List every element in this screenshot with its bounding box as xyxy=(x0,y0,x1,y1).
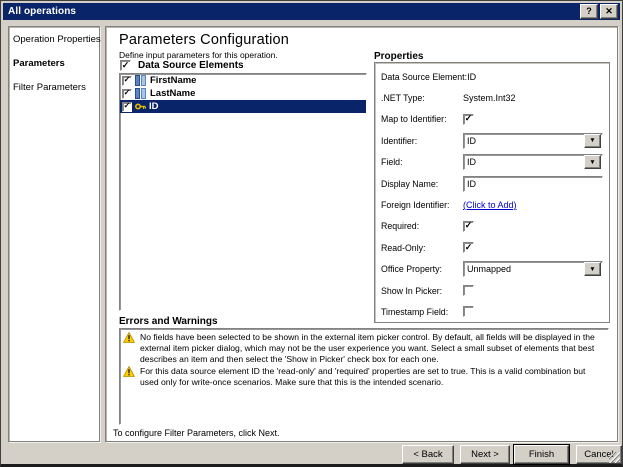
sidebar-item-label: Filter Parameters xyxy=(13,82,86,93)
map-to-identifier-checkbox[interactable]: ✓ xyxy=(463,113,474,125)
tree-item-checkbox[interactable]: ✓ xyxy=(122,75,132,86)
show-in-picker-checkbox[interactable]: ✓ xyxy=(463,285,474,297)
office-property-dropdown[interactable]: Unmapped ▼ xyxy=(463,261,603,278)
resize-grip[interactable] xyxy=(609,452,620,463)
tree-item-checkbox[interactable]: ✓ xyxy=(122,101,132,112)
help-icon: ? xyxy=(586,6,592,16)
warning-icon xyxy=(123,366,136,388)
chevron-down-icon[interactable]: ▼ xyxy=(584,133,601,148)
sidebar-item-label: Operation Properties xyxy=(13,34,101,45)
check-icon: ✓ xyxy=(123,88,131,97)
identifier-label: Identifier: xyxy=(381,135,418,146)
data-source-element-value: ID xyxy=(467,71,477,82)
identifier-dropdown[interactable]: ID ▼ xyxy=(463,132,603,149)
field-dropdown-value: ID xyxy=(467,157,476,168)
read-only-checkbox[interactable]: ✓ xyxy=(463,241,474,254)
errors-and-warnings-list: No fields have been selected to be shown… xyxy=(119,328,609,425)
chevron-down-icon[interactable]: ▼ xyxy=(584,155,601,170)
property-row-net-type: .NET Type: System.Int32 xyxy=(381,87,603,108)
timestamp-field-checkbox[interactable]: ✓ xyxy=(463,306,474,318)
property-row-field: Field: ID ▼ xyxy=(381,152,603,173)
back-button[interactable]: < Back xyxy=(402,445,454,464)
property-row-office-property: Office Property: Unmapped ▼ xyxy=(381,259,603,280)
property-row-timestamp-field: Timestamp Field: ✓ xyxy=(381,301,603,322)
check-icon: ✓ xyxy=(123,75,131,84)
required-label: Required: xyxy=(381,221,420,232)
foreign-identifier-label: Foreign Identifier: xyxy=(381,200,450,211)
title-bar[interactable]: All operations ? ✕ xyxy=(3,3,620,20)
property-row-read-only: Read-Only: ✓ xyxy=(381,237,603,258)
net-type-label: .NET Type: xyxy=(381,93,425,104)
warning-item: No fields have been selected to be shown… xyxy=(123,332,604,365)
show-in-picker-label: Show In Picker: xyxy=(381,285,443,296)
dialog-window: All operations ? ✕ Operation Properties … xyxy=(0,0,623,467)
data-source-elements-checkbox[interactable]: ✓ xyxy=(120,60,131,71)
timestamp-field-label: Timestamp Field: xyxy=(381,306,449,317)
property-row-display-name: Display Name: xyxy=(381,173,603,194)
column-icon xyxy=(135,75,147,86)
property-row-foreign-identifier: Foreign Identifier: (Click to Add) xyxy=(381,194,603,215)
property-row-required: Required: ✓ xyxy=(381,216,603,237)
close-button[interactable]: ✕ xyxy=(600,4,618,19)
window-title: All operations xyxy=(8,6,77,17)
tree-row-lastname[interactable]: ✓ LastName xyxy=(120,87,366,100)
tree-row-firstname[interactable]: ✓ FirstName xyxy=(120,74,366,87)
office-property-label: Office Property: xyxy=(381,264,442,275)
check-icon: ✓ xyxy=(464,113,473,124)
finish-button[interactable]: Finish xyxy=(514,445,569,464)
property-row-data-source-element: Data Source Element: ID xyxy=(381,66,603,87)
tree-item-checkbox[interactable]: ✓ xyxy=(122,88,132,99)
map-to-identifier-label: Map to Identifier: xyxy=(381,114,447,125)
display-name-input[interactable] xyxy=(463,175,603,192)
display-name-label: Display Name: xyxy=(381,178,439,189)
check-icon: ✓ xyxy=(123,101,131,110)
warning-text: No fields have been selected to be shown… xyxy=(140,332,595,364)
warning-item: For this data source element ID the 'rea… xyxy=(123,366,604,388)
chevron-down-icon[interactable]: ▼ xyxy=(584,262,601,277)
data-source-element-label: Data Source Element: xyxy=(381,71,468,82)
data-source-elements-list[interactable]: ✓ FirstName ✓ LastName ✓ ID xyxy=(119,73,367,311)
tree-row-id[interactable]: ✓ ID xyxy=(120,100,366,113)
foreign-identifier-add-link[interactable]: (Click to Add) xyxy=(463,200,517,210)
field-dropdown[interactable]: ID ▼ xyxy=(463,154,603,171)
wizard-steps-sidebar: Operation Properties Parameters Filter P… xyxy=(8,26,101,442)
field-label: Field: xyxy=(381,157,403,168)
identifier-dropdown-value: ID xyxy=(467,135,476,146)
check-icon: ✓ xyxy=(121,59,130,70)
property-row-map-to-identifier: Map to Identifier: ✓ xyxy=(381,109,603,130)
properties-header: Properties xyxy=(374,51,424,62)
page-title: Parameters Configuration xyxy=(119,32,290,48)
property-row-identifier: Identifier: ID ▼ xyxy=(381,130,603,151)
page-subtitle: Define input parameters for this operati… xyxy=(119,50,278,60)
check-icon: ✓ xyxy=(464,241,473,252)
warning-icon xyxy=(123,332,136,365)
close-icon: ✕ xyxy=(605,6,613,16)
tree-item-label: ID xyxy=(149,101,159,112)
read-only-label: Read-Only: xyxy=(381,242,426,253)
tree-item-label: LastName xyxy=(150,88,196,99)
sidebar-item-label: Parameters xyxy=(13,58,65,69)
sidebar-item-parameters[interactable]: Parameters xyxy=(9,45,99,69)
properties-panel: Data Source Element: ID .NET Type: Syste… xyxy=(374,62,610,323)
net-type-value: System.Int32 xyxy=(463,93,516,104)
data-source-elements-label: Data Source Elements xyxy=(138,60,244,71)
key-icon xyxy=(135,101,146,112)
tree-item-label: FirstName xyxy=(150,75,197,86)
footer-hint: To configure Filter Parameters, click Ne… xyxy=(113,428,280,438)
help-button[interactable]: ? xyxy=(580,4,598,19)
sidebar-item-operation-properties[interactable]: Operation Properties xyxy=(9,27,101,45)
errors-and-warnings-header: Errors and Warnings xyxy=(119,316,218,327)
office-property-dropdown-value: Unmapped xyxy=(467,264,512,275)
sidebar-item-filter-parameters[interactable]: Filter Parameters xyxy=(9,69,99,93)
check-icon: ✓ xyxy=(464,220,473,231)
required-checkbox[interactable]: ✓ xyxy=(463,220,474,232)
data-source-elements-header: ✓ Data Source Elements xyxy=(120,60,244,71)
column-icon xyxy=(135,88,147,99)
property-row-show-in-picker: Show In Picker: ✓ xyxy=(381,280,603,301)
next-button[interactable]: Next > xyxy=(460,445,510,464)
main-content-panel: Parameters Configuration Define input pa… xyxy=(105,26,618,442)
warning-text: For this data source element ID the 'rea… xyxy=(140,366,586,387)
